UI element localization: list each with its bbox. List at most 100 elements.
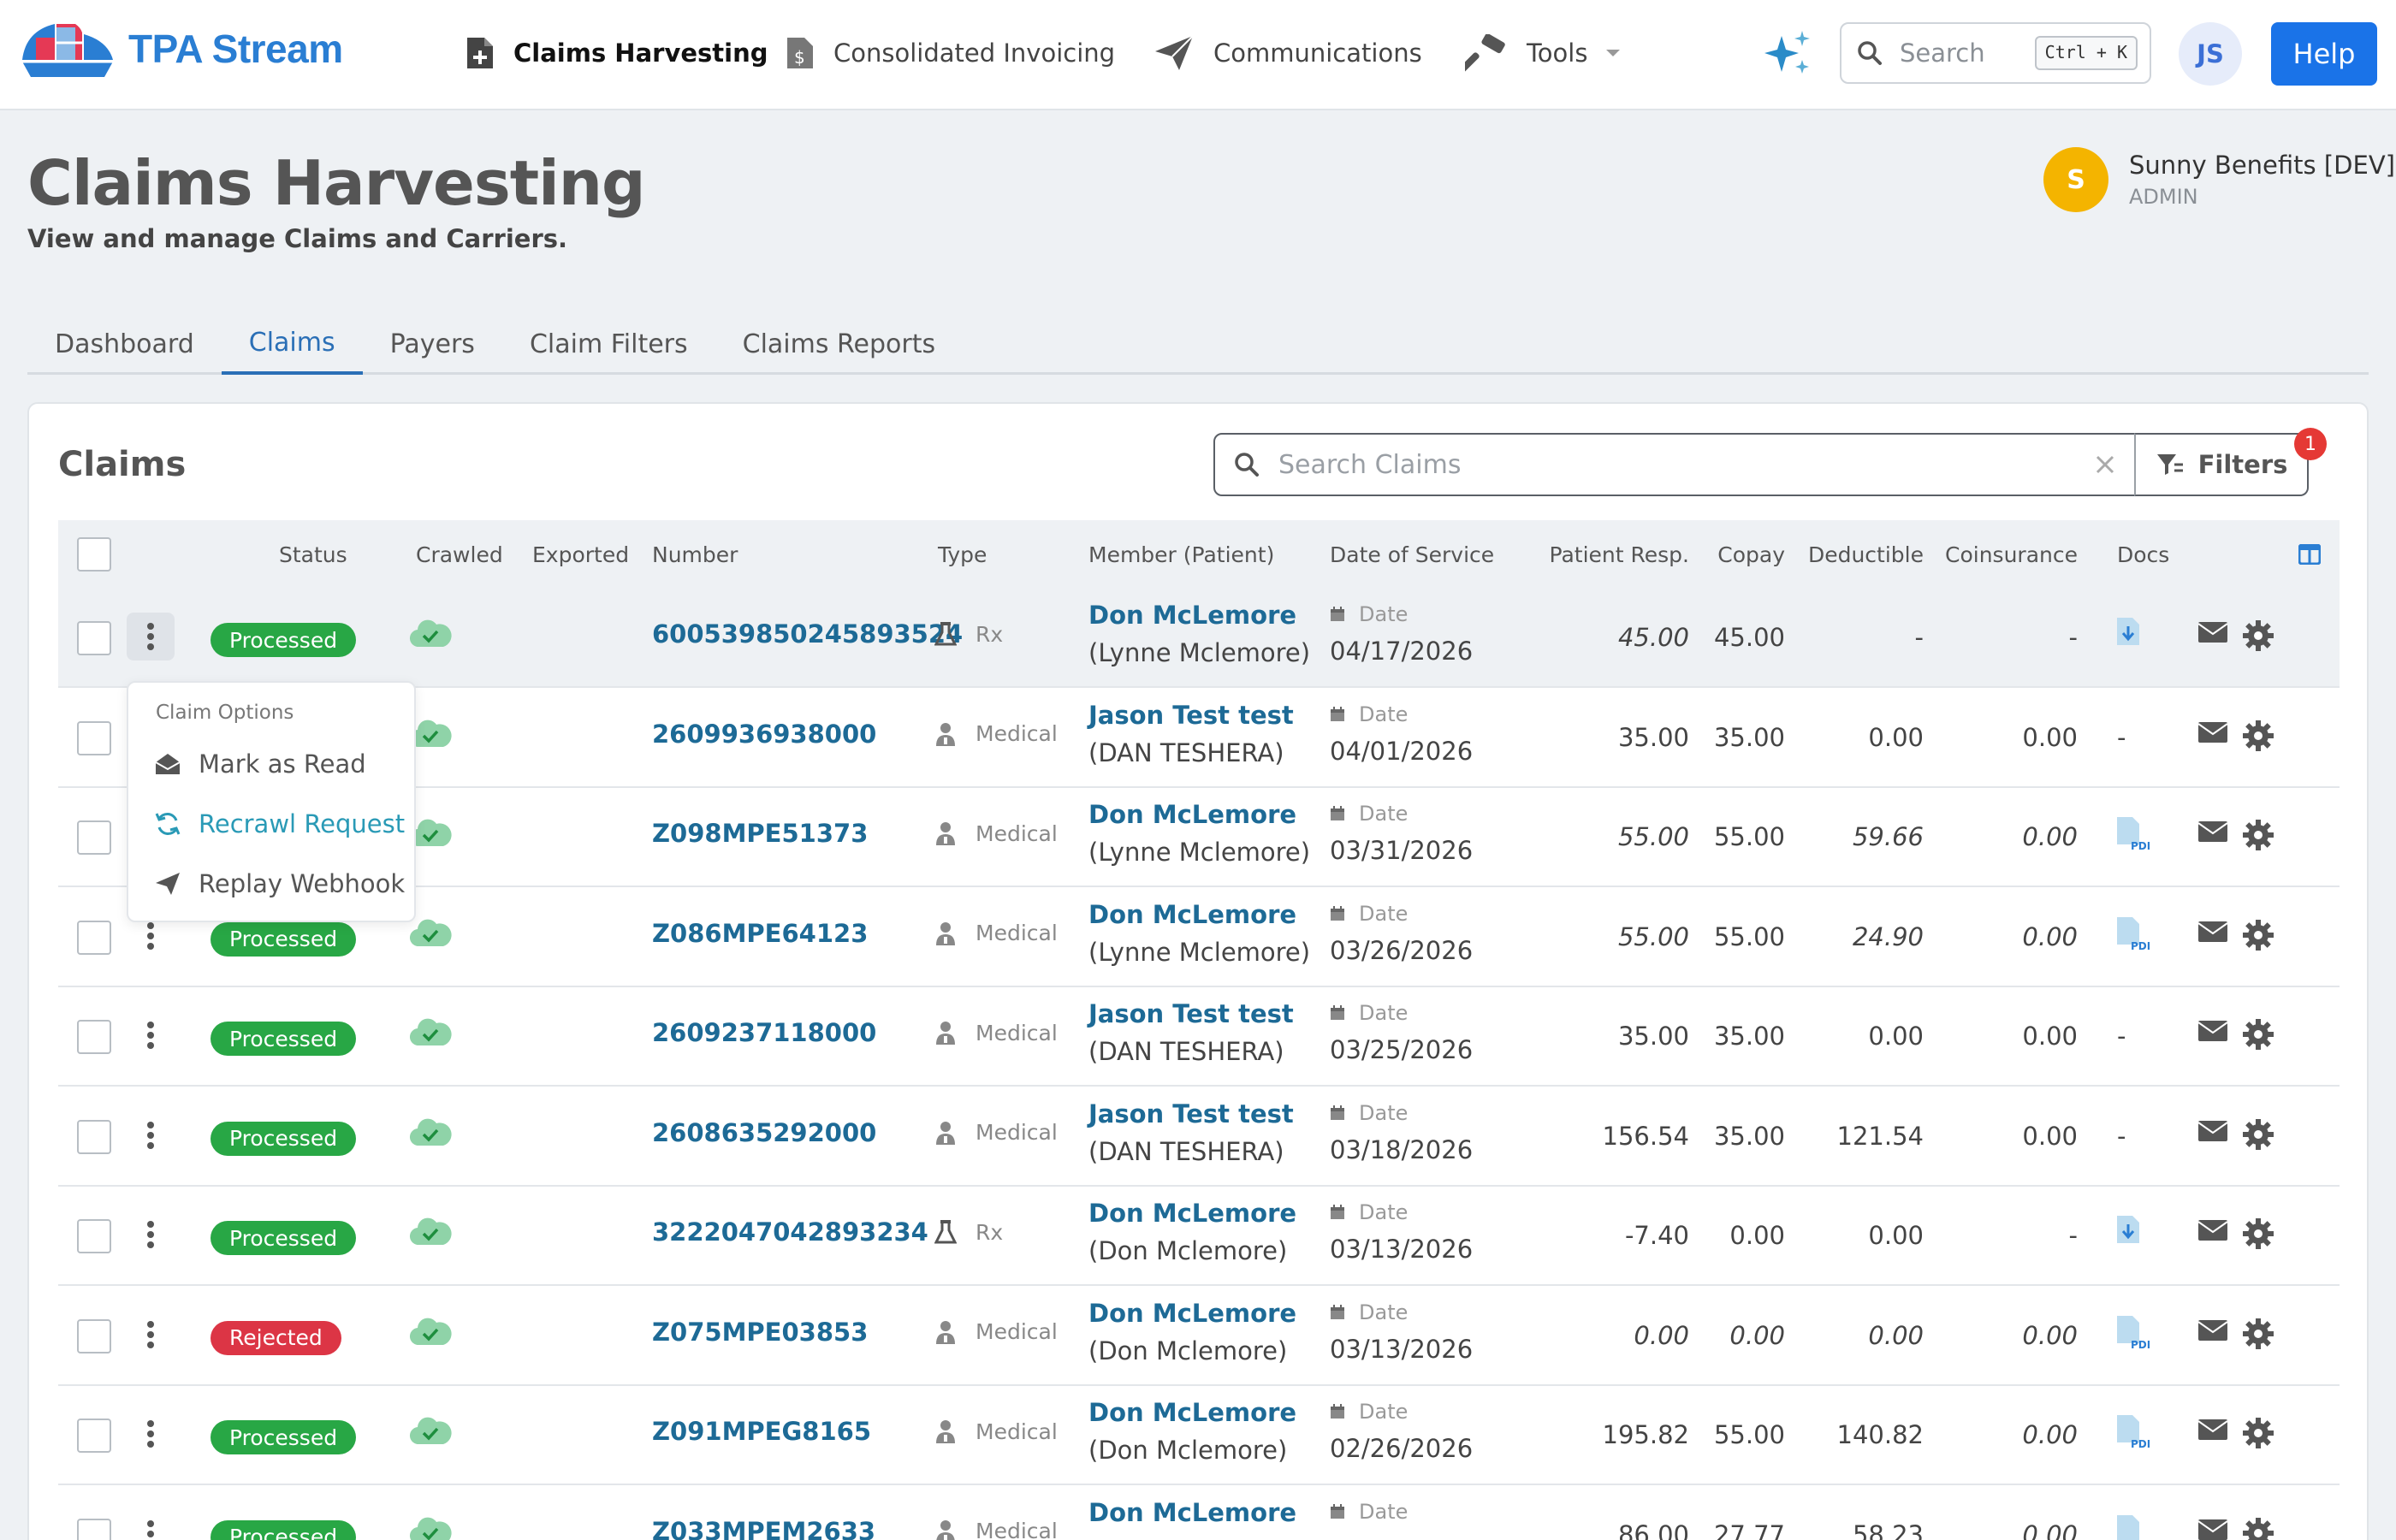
- column-crawled[interactable]: Crawled: [416, 520, 503, 589]
- gear-icon[interactable]: [2242, 919, 2274, 955]
- gear-icon[interactable]: [2242, 1318, 2274, 1353]
- row-checkbox[interactable]: [77, 621, 111, 655]
- tab-payers[interactable]: Payers: [363, 313, 502, 375]
- row-checkbox[interactable]: [77, 1318, 111, 1353]
- menu-item-mark-as-read[interactable]: Mark as Read: [154, 743, 366, 785]
- pdf-document-icon[interactable]: PDF: [2115, 1513, 2154, 1540]
- menu-item-replay-webhook[interactable]: Replay Webhook: [154, 862, 405, 905]
- envelope-icon[interactable]: [2197, 1319, 2228, 1345]
- nav-claims-harvesting[interactable]: Claims Harvesting: [466, 29, 768, 77]
- row-actions-kebab-icon[interactable]: [127, 613, 175, 660]
- row-checkbox[interactable]: [77, 1020, 111, 1054]
- claim-number-link[interactable]: Z098MPE51373: [652, 819, 868, 848]
- member-name-link[interactable]: Don McLemore: [1088, 800, 1310, 829]
- row-checkbox[interactable]: [77, 1518, 111, 1540]
- ai-sparkle-icon[interactable]: [1763, 29, 1814, 80]
- tab-dashboard[interactable]: Dashboard: [27, 313, 222, 375]
- row-checkbox[interactable]: [77, 1219, 111, 1253]
- claim-number-link[interactable]: Z091MPEG8165: [652, 1417, 871, 1446]
- envelope-icon[interactable]: [2197, 721, 2228, 747]
- row-actions-kebab-icon[interactable]: [127, 1510, 175, 1540]
- column-date-of-service[interactable]: Date of Service: [1330, 520, 1494, 589]
- row-actions-kebab-icon[interactable]: [127, 1011, 175, 1059]
- column-status[interactable]: Status: [279, 520, 347, 589]
- tab-claims-reports[interactable]: Claims Reports: [715, 313, 963, 375]
- column-patient-resp[interactable]: Patient Resp.: [1518, 520, 1689, 589]
- pdf-document-icon[interactable]: PDF: [2115, 1314, 2154, 1353]
- claim-number-link[interactable]: 2608635292000: [652, 1118, 876, 1147]
- column-type[interactable]: Type: [938, 520, 987, 589]
- nav-communications[interactable]: Communications: [1154, 29, 1422, 77]
- envelope-icon[interactable]: [2197, 1020, 2228, 1045]
- gear-icon[interactable]: [2242, 619, 2274, 655]
- claim-number-link[interactable]: 600539850245893524: [652, 619, 963, 649]
- tab-claim-filters[interactable]: Claim Filters: [502, 313, 715, 375]
- claim-number-link[interactable]: 2609237118000: [652, 1018, 876, 1047]
- column-deductible[interactable]: Deductible: [1795, 520, 1924, 589]
- envelope-icon[interactable]: [2197, 1419, 2228, 1444]
- member-name-link[interactable]: Don McLemore: [1088, 1398, 1296, 1427]
- member-name-link[interactable]: Don McLemore: [1088, 601, 1310, 630]
- column-settings-icon[interactable]: [2298, 520, 2321, 589]
- envelope-icon[interactable]: [2197, 1219, 2228, 1245]
- document-download-icon[interactable]: [2115, 1214, 2141, 1248]
- member-name-link[interactable]: Don McLemore: [1088, 900, 1310, 929]
- row-actions-kebab-icon[interactable]: [127, 1410, 175, 1458]
- envelope-icon[interactable]: [2197, 820, 2228, 846]
- member-name-link[interactable]: Jason Test test: [1088, 1099, 1294, 1128]
- row-checkbox[interactable]: [77, 1419, 111, 1453]
- member-name-link[interactable]: Don McLemore: [1088, 1299, 1296, 1328]
- claim-number-link[interactable]: 2609936938000: [652, 720, 876, 749]
- claim-number-link[interactable]: Z075MPE03853: [652, 1318, 868, 1347]
- envelope-icon[interactable]: [2197, 921, 2228, 946]
- select-all-checkbox[interactable]: [77, 537, 111, 572]
- column-member[interactable]: Member (Patient): [1088, 520, 1274, 589]
- column-number[interactable]: Number: [652, 520, 738, 589]
- claims-search-input[interactable]: Search Claims: [1213, 433, 2136, 496]
- row-checkbox[interactable]: [77, 720, 111, 755]
- tab-claims[interactable]: Claims: [221, 313, 363, 375]
- claim-number-link[interactable]: 3222047042893234: [652, 1217, 928, 1247]
- gear-icon[interactable]: [2242, 720, 2274, 755]
- nav-consolidated-invoicing[interactable]: $ Consolidated Invoicing: [786, 29, 1115, 77]
- member-name-link[interactable]: Jason Test test: [1088, 999, 1294, 1028]
- tpa-stream-logo[interactable]: TPA Stream: [19, 19, 343, 79]
- envelope-icon[interactable]: [2197, 1519, 2228, 1540]
- document-download-icon[interactable]: [2115, 616, 2141, 650]
- row-checkbox[interactable]: [77, 1119, 111, 1154]
- envelope-icon[interactable]: [2197, 1120, 2228, 1146]
- clear-search-icon[interactable]: [2095, 454, 2115, 475]
- crawled-cloud-check-icon: [409, 1314, 452, 1352]
- column-copay[interactable]: Copay: [1698, 520, 1785, 589]
- envelope-icon[interactable]: [2197, 621, 2228, 647]
- row-actions-kebab-icon[interactable]: [127, 1111, 175, 1159]
- member-name-link[interactable]: Don McLemore: [1088, 1199, 1296, 1228]
- row-actions-kebab-icon[interactable]: [127, 1211, 175, 1259]
- pdf-document-icon[interactable]: PDF: [2115, 815, 2154, 855]
- row-actions-kebab-icon[interactable]: [127, 1311, 175, 1359]
- organization-switcher[interactable]: S Sunny Benefits [DEV] ADMIN: [2043, 147, 2395, 212]
- pdf-document-icon[interactable]: PDF: [2115, 1413, 2154, 1453]
- nav-tools[interactable]: Tools: [1465, 29, 1622, 77]
- column-docs[interactable]: Docs: [2117, 520, 2169, 589]
- member-name-link[interactable]: Don McLemore: [1088, 1498, 1296, 1527]
- member-name-link[interactable]: Jason Test test: [1088, 701, 1294, 730]
- gear-icon[interactable]: [2242, 819, 2274, 855]
- menu-item-recrawl-request[interactable]: Recrawl Request: [154, 803, 405, 845]
- gear-icon[interactable]: [2242, 1118, 2274, 1154]
- global-search-input[interactable]: Search Ctrl + K: [1840, 22, 2151, 84]
- gear-icon[interactable]: [2242, 1417, 2274, 1453]
- row-checkbox[interactable]: [77, 820, 111, 855]
- pdf-document-icon[interactable]: PDF: [2115, 915, 2154, 955]
- gear-icon[interactable]: [2242, 1217, 2274, 1253]
- claim-number-link[interactable]: Z086MPE64123: [652, 919, 868, 948]
- gear-icon[interactable]: [2242, 1517, 2274, 1540]
- claim-number-link[interactable]: Z033MPEM2633: [652, 1517, 875, 1540]
- filters-button[interactable]: Filters: [2134, 433, 2309, 496]
- column-exported[interactable]: Exported: [532, 520, 629, 589]
- help-button[interactable]: Help: [2271, 22, 2377, 86]
- column-coinsurance[interactable]: Coinsurance: [1932, 520, 2078, 589]
- gear-icon[interactable]: [2242, 1018, 2274, 1054]
- row-checkbox[interactable]: [77, 920, 111, 955]
- user-avatar[interactable]: JS: [2179, 22, 2242, 86]
